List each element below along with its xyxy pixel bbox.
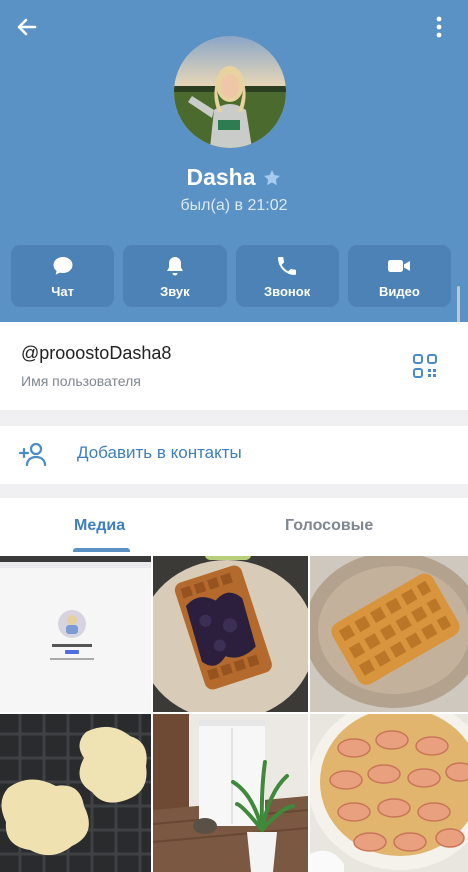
tab-voice[interactable]: Голосовые (285, 517, 373, 535)
media-item-peach-tart[interactable] (310, 714, 468, 872)
call-button-label: Звонок (264, 283, 311, 299)
qr-code-icon (413, 354, 437, 378)
media-item-screenshot[interactable] (0, 556, 151, 712)
chat-bubble-icon (53, 256, 73, 275)
back-button[interactable] (12, 12, 42, 42)
add-contact-label[interactable]: Добавить в контакты (77, 443, 242, 463)
add-person-icon (18, 440, 48, 468)
premium-star-icon[interactable] (262, 168, 282, 188)
profile-header: Dasha был(а) в 21:02 Чат Звук Звонок Вид… (0, 0, 468, 322)
username-card (0, 322, 468, 410)
chat-button-label: Чат (51, 283, 74, 299)
profile-screen: Dasha был(а) в 21:02 Чат Звук Звонок Вид… (0, 0, 468, 872)
sound-button-label: Звук (160, 283, 190, 299)
media-item-room-plant[interactable] (153, 714, 308, 872)
media-grid (0, 554, 468, 872)
media-item-waffle-iron-batter[interactable] (0, 714, 151, 872)
arrow-left-icon (17, 18, 37, 36)
media-tabs (0, 498, 468, 554)
active-tab-indicator (73, 548, 130, 552)
action-buttons: Чат Звук Звонок Видео (11, 245, 451, 307)
qr-code-button[interactable] (411, 352, 439, 380)
media-item-waffle-plate[interactable] (310, 556, 468, 712)
bell-icon (166, 256, 183, 275)
phone-icon (278, 256, 297, 275)
call-button[interactable]: Звонок (235, 245, 339, 307)
more-vertical-icon (436, 16, 442, 38)
profile-name: Dasha (186, 164, 256, 190)
chat-button[interactable]: Чат (11, 245, 115, 307)
username-value[interactable]: @prooostoDasha8 (21, 343, 171, 364)
video-camera-icon (388, 259, 411, 272)
last-seen-status: был(а) в 21:02 (180, 197, 288, 214)
video-button-label: Видео (378, 283, 420, 299)
username-caption: Имя пользователя (21, 373, 141, 389)
name-row: Dasha (0, 164, 468, 191)
media-item-waffles-blueberry[interactable] (153, 556, 308, 712)
tab-media[interactable]: Медиа (74, 517, 125, 535)
video-button[interactable]: Видео (347, 245, 451, 307)
sound-button[interactable]: Звук (123, 245, 227, 307)
more-options-button[interactable] (424, 12, 454, 42)
avatar[interactable] (174, 36, 286, 148)
